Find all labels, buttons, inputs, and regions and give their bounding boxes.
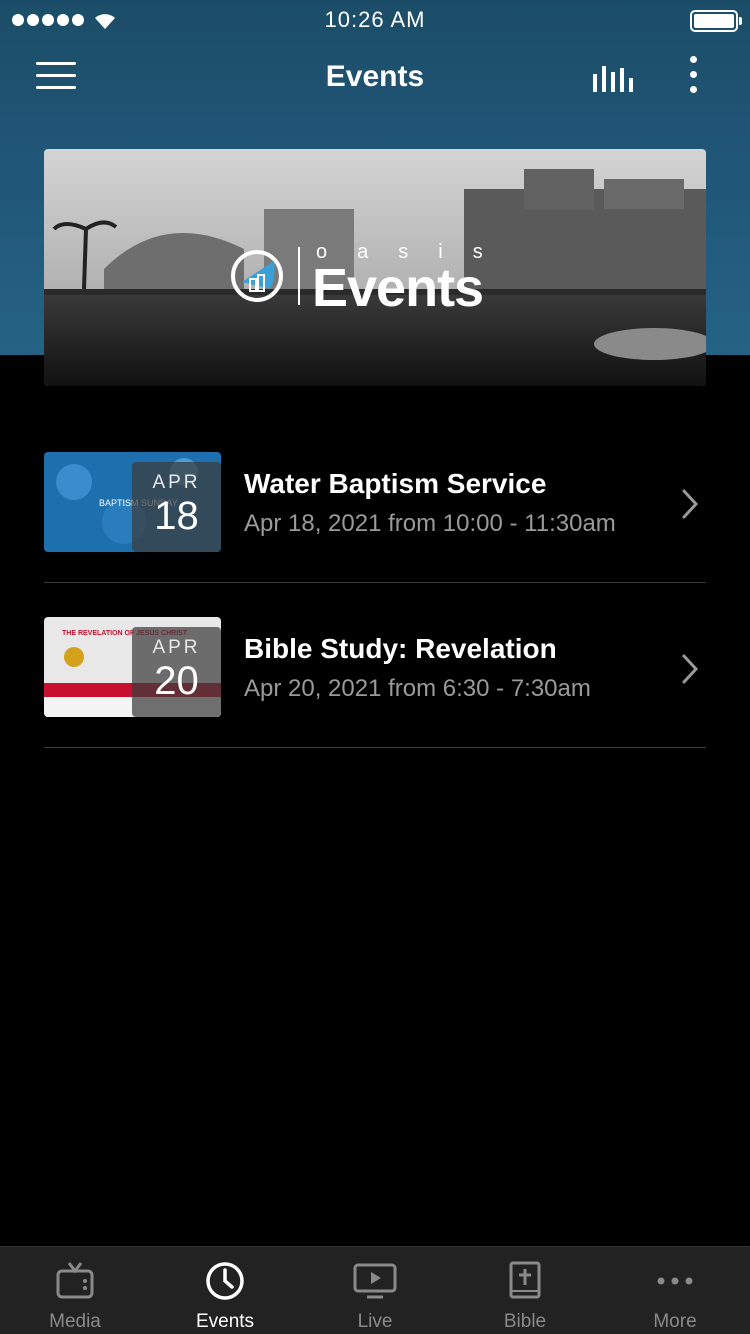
- event-title: Water Baptism Service: [244, 468, 547, 499]
- tab-bar: Media Events Live Bible More: [0, 1246, 750, 1334]
- oasis-events-logo: oasis Events: [230, 239, 520, 319]
- play-screen-icon: [353, 1263, 397, 1299]
- oasis-logo-icon: [231, 250, 283, 302]
- event-datetime: Apr 18, 2021 from 10:00 - 11:30am: [244, 510, 616, 537]
- date-badge: APR 20: [132, 627, 221, 717]
- event-title: Bible Study: Revelation: [244, 633, 557, 664]
- tab-live[interactable]: Live: [300, 1247, 450, 1334]
- clock-icon: [206, 1262, 244, 1300]
- tab-bible[interactable]: Bible: [450, 1247, 600, 1334]
- tab-label: More: [653, 1311, 697, 1332]
- page-title: Events: [325, 60, 425, 93]
- events-banner: oasis Events: [44, 149, 706, 386]
- badge-day: 18: [154, 494, 199, 538]
- tv-icon: [56, 1262, 94, 1299]
- battery-icon: [690, 10, 742, 32]
- tab-label: Events: [195, 1311, 255, 1332]
- event-datetime: Apr 20, 2021 from 6:30 - 7:30am: [244, 675, 591, 702]
- event-thumbnail: THE REVELATION OF JESUS CHRIST APR 20: [44, 617, 221, 717]
- tab-events[interactable]: Events: [150, 1247, 300, 1334]
- event-row-bible-study[interactable]: THE REVELATION OF JESUS CHRIST APR 20 Bi…: [44, 583, 706, 748]
- navigation-bar: Events: [0, 50, 750, 105]
- event-thumbnail: BAPTISM SUNDAY APR 18: [44, 452, 221, 552]
- badge-month: APR: [152, 472, 201, 493]
- tab-media[interactable]: Media: [0, 1247, 150, 1334]
- badge-day: 20: [154, 659, 199, 703]
- chevron-right-icon: [682, 654, 699, 684]
- event-list: BAPTISM SUNDAY APR 18 Water Baptism Serv…: [44, 418, 706, 748]
- date-badge: APR 18: [132, 462, 221, 552]
- bible-icon: [509, 1261, 541, 1299]
- chevron-right-icon: [682, 489, 699, 519]
- status-bar: 10:26 AM: [0, 0, 750, 40]
- tab-more[interactable]: More: [600, 1247, 750, 1334]
- badge-month: APR: [152, 637, 201, 658]
- more-options-icon[interactable]: [688, 56, 698, 96]
- event-row-water-baptism[interactable]: BAPTISM SUNDAY APR 18 Water Baptism Serv…: [44, 418, 706, 583]
- ellipsis-icon: [657, 1277, 693, 1285]
- tab-label: Live: [357, 1311, 393, 1332]
- logo-divider: [298, 247, 300, 305]
- status-time: 10:26 AM: [324, 7, 426, 32]
- tab-label: Bible: [503, 1311, 547, 1332]
- audio-bars-icon[interactable]: [592, 62, 634, 94]
- tab-label: Media: [49, 1311, 101, 1332]
- brand-large-text: Events: [312, 258, 484, 318]
